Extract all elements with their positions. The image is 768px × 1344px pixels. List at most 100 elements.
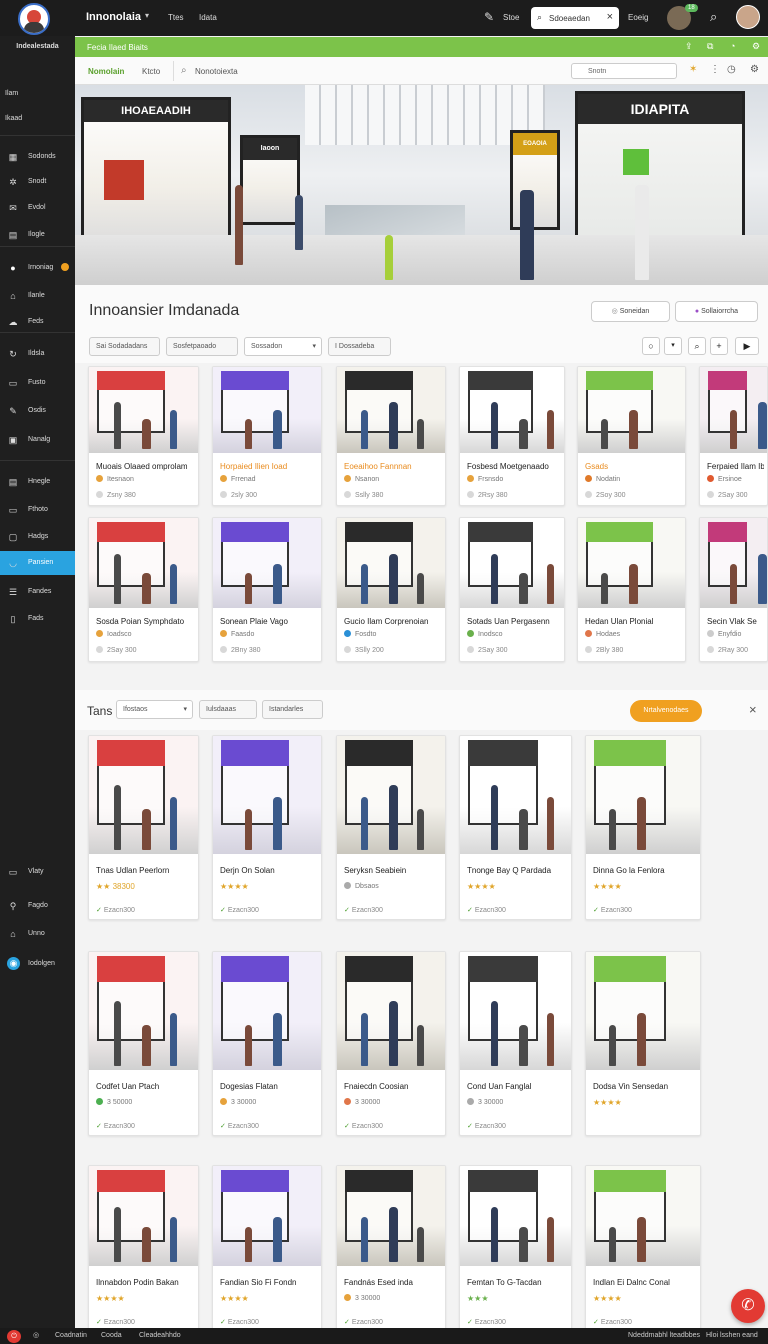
product-card[interactable]: Gucio Ilam Corprenoian Fosdto 3Slly 200 bbox=[336, 517, 446, 662]
copy-icon[interactable]: ⧉ bbox=[707, 41, 713, 52]
magic-icon[interactable]: ✶ bbox=[689, 64, 697, 75]
power-icon[interactable]: ⏻ bbox=[7, 1330, 21, 1343]
sidebar-item-7[interactable]: ⌂ Ilanle bbox=[0, 284, 75, 308]
product-card[interactable]: Hedan Ulan Plonial Hodaes 2Bly 380 bbox=[577, 517, 686, 662]
store-photo[interactable] bbox=[89, 952, 198, 1070]
clock-icon[interactable]: ◷ bbox=[727, 64, 736, 75]
store-photo[interactable] bbox=[89, 736, 198, 854]
close-icon[interactable]: × bbox=[607, 11, 613, 23]
store-photo[interactable] bbox=[586, 736, 700, 854]
help-fab[interactable]: ✆ bbox=[731, 1289, 765, 1323]
sidebar-item-14[interactable]: ▭ Fthoto bbox=[0, 498, 75, 522]
store-photo[interactable] bbox=[213, 518, 321, 608]
play-button[interactable]: ▶ bbox=[735, 337, 759, 355]
store-photo[interactable] bbox=[337, 1166, 445, 1266]
sort-select[interactable]: Sossadon ▾ bbox=[244, 337, 322, 356]
sidebar-item-16[interactable]: ◡ Pansien bbox=[0, 551, 75, 575]
user-menu-label[interactable]: Eoeig bbox=[628, 13, 648, 22]
upload-icon[interactable]: ⇪ bbox=[685, 41, 693, 52]
sidebar-item-18[interactable]: ▯ Fads bbox=[0, 607, 75, 631]
tab-main[interactable]: Nomolain bbox=[88, 67, 124, 76]
filter-chip[interactable]: Sai Sodadadans bbox=[89, 337, 160, 356]
dropdown-button[interactable]: ▾ bbox=[664, 337, 682, 355]
product-card[interactable]: Muoais Olaaed omprolam Itesnaon Zsny 380 bbox=[88, 366, 199, 506]
close-icon[interactable]: × bbox=[749, 702, 757, 717]
status-item-2[interactable]: Cooda bbox=[101, 1332, 122, 1339]
gear-icon[interactable]: ⚙ bbox=[750, 64, 759, 75]
product-card[interactable]: Dogesias Flatan 3 30000 ✓ Ezacn300 bbox=[212, 951, 322, 1136]
sidebar-item-10[interactable]: ▭ Fusto bbox=[0, 371, 75, 395]
sidebar-item-9[interactable]: ↻ Ildsla bbox=[0, 342, 75, 366]
sidebar-item-19[interactable]: ▭ Vlaty bbox=[0, 860, 75, 884]
search-icon-top[interactable]: ⌕ bbox=[710, 9, 717, 25]
product-card[interactable]: Sosda Poian Symphdato Ioadsco 2Say 300 bbox=[88, 517, 199, 662]
primary-button[interactable]: ● Sollaiorrcha bbox=[675, 301, 758, 322]
store-photo[interactable] bbox=[337, 518, 445, 608]
pen-icon[interactable]: ✎ bbox=[484, 10, 494, 24]
store-photo[interactable] bbox=[213, 367, 321, 453]
store-photo[interactable] bbox=[337, 367, 445, 453]
sidebar-item-1[interactable]: Ikaad bbox=[0, 107, 75, 131]
status-item-1[interactable]: Coadnatin bbox=[55, 1332, 87, 1339]
product-card[interactable]: Tnas Udlan Peerlorn ★★ 38300 ✓ Ezacn300 bbox=[88, 735, 199, 920]
store-photo[interactable] bbox=[89, 1166, 198, 1266]
product-card[interactable]: Ilnnabdon Podin Bakan ★★★★ ✓ Ezacn300 bbox=[88, 1165, 199, 1330]
product-card[interactable]: Dodsa Vin Sensedan ★★★★ bbox=[585, 951, 701, 1136]
more-icon[interactable]: ⋮ bbox=[710, 64, 720, 75]
store-photo[interactable] bbox=[586, 1166, 700, 1266]
status-item-3[interactable]: Cleadeahhdo bbox=[139, 1332, 181, 1339]
sidebar-item-13[interactable]: ▤ Hnegle bbox=[0, 470, 75, 494]
product-card[interactable]: Seryksn Seabiein Dbsaos ✓ Ezacn300 bbox=[336, 735, 446, 920]
nav-link-2[interactable]: Idata bbox=[199, 13, 217, 22]
app-title[interactable]: Innonolaia bbox=[86, 11, 141, 23]
sidebar-item-12[interactable]: ▣ Nanalg bbox=[0, 428, 75, 452]
product-card[interactable]: Secin Vlak Se Enyfdio 2Ray 300 bbox=[699, 517, 768, 662]
sidebar-item-6[interactable]: ● Irnoniag bbox=[0, 256, 75, 280]
product-card[interactable]: Fandnás Esed inda 3 30000 ✓ Ezacn300 bbox=[336, 1165, 446, 1330]
sidebar-item-8[interactable]: ☁ Feds bbox=[0, 310, 75, 334]
sidebar-item-5[interactable]: ▤ Ilogle bbox=[0, 223, 75, 247]
store-photo[interactable] bbox=[460, 736, 571, 854]
sub-search-text[interactable]: Nonotoiexta bbox=[195, 67, 238, 76]
store-photo[interactable] bbox=[586, 952, 700, 1070]
product-card[interactable]: Horpaied Ilien Ioad Frrenad 2sly 300 bbox=[212, 366, 322, 506]
section-chip[interactable]: Iulsdaaas bbox=[199, 700, 257, 719]
sidebar-item-2[interactable]: ▦ Sodonds bbox=[0, 145, 75, 169]
search-box[interactable]: ⌕ Sdoeaedan × bbox=[531, 7, 619, 29]
refresh-button[interactable]: ○ bbox=[642, 337, 660, 355]
secondary-button[interactable]: ◎ Soneidan bbox=[591, 301, 670, 322]
product-card[interactable]: Dinna Go la Fenlora ★★★★ ✓ Ezacn300 bbox=[585, 735, 701, 920]
store-photo[interactable] bbox=[460, 952, 571, 1070]
sidebar-item-20[interactable]: ⚲ Fagdo bbox=[0, 894, 75, 918]
product-card[interactable]: Tnonge Bay Q Pardada ★★★★ ✓ Ezacn300 bbox=[459, 735, 572, 920]
product-card[interactable]: Gsads Nodatin 2Soy 300 bbox=[577, 366, 686, 506]
filter-chip[interactable]: Sosfetpaoado bbox=[166, 337, 238, 356]
product-card[interactable]: Sonean Plaie Vago Faasdo 2Bny 380 bbox=[212, 517, 322, 662]
store-photo[interactable] bbox=[578, 367, 685, 453]
user-avatar[interactable] bbox=[736, 5, 760, 29]
store-photo[interactable] bbox=[460, 518, 564, 608]
sidebar-item-4[interactable]: ✉ Evdol bbox=[0, 196, 75, 220]
bell-icon[interactable]: ◔ bbox=[730, 41, 735, 51]
app-logo[interactable] bbox=[18, 3, 50, 35]
nav-link-1[interactable]: Ttes bbox=[168, 13, 184, 22]
product-card[interactable]: Fnaiecdn Coosian 3 30000 ✓ Ezacn300 bbox=[336, 951, 446, 1136]
store-photo[interactable] bbox=[578, 518, 685, 608]
store-photo[interactable] bbox=[89, 367, 198, 453]
store-photo[interactable] bbox=[337, 736, 445, 854]
section-chip[interactable]: Istandarles bbox=[262, 700, 323, 719]
store-photo[interactable] bbox=[460, 367, 564, 453]
orange-action-button[interactable]: Nrtalvenodaes bbox=[630, 700, 702, 722]
store-photo[interactable] bbox=[213, 736, 321, 854]
sidebar-item-17[interactable]: ☰ Fandes bbox=[0, 580, 75, 604]
product-card[interactable]: Eoeaihoo Fannnan Nsanon Sslly 380 bbox=[336, 366, 446, 506]
sidebar-item-15[interactable]: ▢ Hadgs bbox=[0, 525, 75, 549]
store-photo[interactable] bbox=[337, 952, 445, 1070]
product-card[interactable]: Sotads Uan Pergasenn Inodsco 2Say 300 bbox=[459, 517, 565, 662]
section-select[interactable]: Ifostaos ▾ bbox=[116, 700, 193, 719]
store-photo[interactable] bbox=[460, 1166, 571, 1266]
add-button[interactable]: + bbox=[710, 337, 728, 355]
store-photo[interactable] bbox=[700, 518, 767, 608]
product-card[interactable]: Fosbesd Moetgenaado Frsnsdo 2Rsy 380 bbox=[459, 366, 565, 506]
product-card[interactable]: Fandian Sio Fi Fondn ★★★★ ✓ Ezacn300 bbox=[212, 1165, 322, 1330]
